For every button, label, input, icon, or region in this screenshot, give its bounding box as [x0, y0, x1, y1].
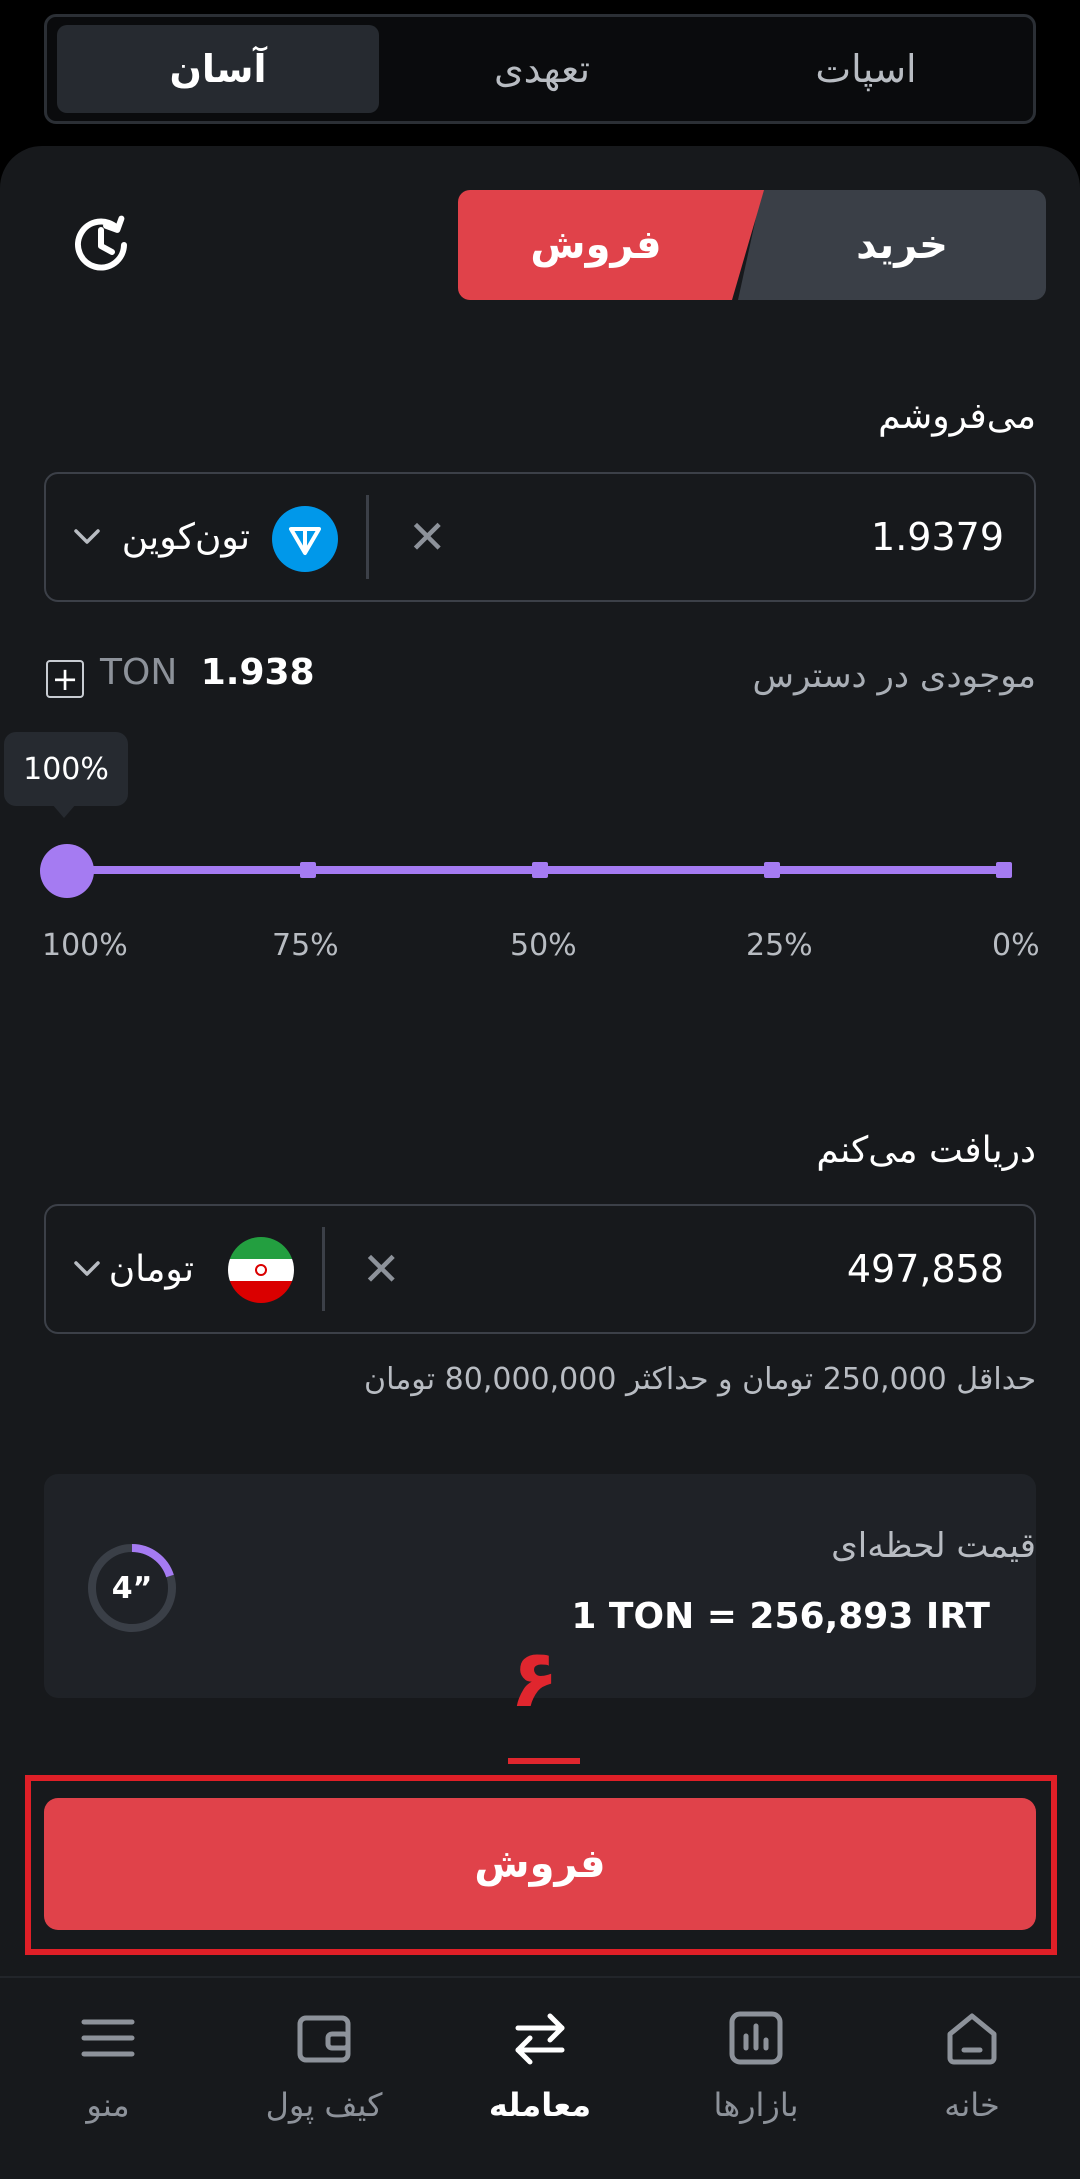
home-icon	[947, 2013, 997, 2065]
available-unit: TON	[100, 652, 178, 693]
nav-label-trade: معامله	[488, 2086, 592, 2124]
receive-amount-input[interactable]: 497,858	[847, 1206, 1004, 1332]
nav-item-trade[interactable]: معامله	[432, 2008, 648, 2158]
slider-thumb[interactable]	[40, 844, 94, 898]
slider-tick-0[interactable]	[996, 862, 1012, 878]
live-price-value: 1 TON = 256,893 IRT	[571, 1596, 990, 1637]
nav-label-wallet: کیف پول	[265, 2086, 383, 2124]
receive-asset-name[interactable]: تومان	[109, 1206, 194, 1332]
clear-icon[interactable]: ✕	[362, 1206, 401, 1332]
slider-tick-25[interactable]	[764, 862, 780, 878]
receive-amount-field[interactable]: 497,858 ✕ تومان	[44, 1204, 1036, 1334]
tab-easy[interactable]: آسان	[57, 25, 379, 113]
nav-label-markets: بازارها	[713, 2086, 799, 2124]
sell-amount-input[interactable]: 1.9379	[871, 474, 1004, 600]
slider-label-25[interactable]: 25%	[746, 928, 813, 963]
bottom-nav: منو کیف پول معامله بازارها خانه	[0, 1976, 1080, 2179]
buy-toggle-button[interactable]: خرید	[738, 190, 1046, 300]
tab-margin[interactable]: تعهدی	[381, 25, 703, 113]
nav-item-menu[interactable]: منو	[0, 2008, 216, 2158]
sell-amount-label: می‌فروشم	[878, 396, 1036, 437]
chevron-down-icon[interactable]	[72, 474, 102, 600]
nav-item-markets[interactable]: بازارها	[648, 2008, 864, 2158]
nav-item-home[interactable]: خانه	[864, 2008, 1080, 2158]
iran-flag-icon	[228, 1237, 294, 1303]
field-divider	[322, 1227, 325, 1311]
available-balance: TON 1.938	[100, 652, 315, 693]
slider-label-75[interactable]: 75%	[272, 928, 339, 963]
available-balance-label: موجودی در دسترس	[752, 656, 1036, 696]
available-amount: 1.938	[200, 652, 315, 693]
annotation-dash	[508, 1758, 580, 1764]
annotation-step-number: ۶	[510, 1632, 559, 1725]
ton-coin-icon	[272, 506, 338, 572]
nav-label-menu: منو	[86, 2086, 130, 2124]
menu-icon	[81, 2019, 135, 2057]
receive-amount-label: دریافت می‌کنم	[816, 1130, 1036, 1171]
sell-amount-field[interactable]: 1.9379 ✕ تون‌کوین	[44, 472, 1036, 602]
chevron-down-icon[interactable]	[72, 1206, 102, 1332]
refresh-timer-text: 4”	[111, 1570, 153, 1606]
nav-label-home: خانه	[944, 2086, 1000, 2124]
nav-item-wallet[interactable]: کیف پول	[216, 2008, 432, 2158]
slider-label-100[interactable]: 100%	[42, 928, 128, 963]
clear-icon[interactable]: ✕	[408, 474, 447, 600]
history-icon[interactable]	[68, 212, 134, 278]
amount-limits-text: حداقل 250,000 تومان و حداکثر 80,000,000 …	[364, 1362, 1036, 1397]
slider-tick-50[interactable]	[532, 862, 548, 878]
deposit-plus-icon[interactable]: +	[46, 660, 84, 698]
slider-label-50[interactable]: 50%	[510, 928, 577, 963]
slider-tick-75[interactable]	[300, 862, 316, 878]
swap-icon	[515, 2013, 565, 2065]
sell-asset-name[interactable]: تون‌کوین	[122, 474, 250, 600]
wallet-icon	[297, 2015, 351, 2063]
slider-tooltip: 100%	[4, 732, 128, 806]
trade-mode-tabs: آسان تعهدی اسپات	[44, 14, 1036, 124]
slider-label-0[interactable]: 0%	[992, 928, 1040, 963]
sell-toggle-button[interactable]: فروش	[458, 190, 764, 300]
tooltip-tail	[52, 804, 76, 818]
field-divider	[366, 495, 369, 579]
tab-spot[interactable]: اسپات	[705, 25, 1027, 113]
chart-icon	[729, 2011, 783, 2065]
live-price-title: قیمت لحظه‌ای	[831, 1526, 1036, 1566]
annotation-highlight-box	[25, 1775, 1057, 1955]
